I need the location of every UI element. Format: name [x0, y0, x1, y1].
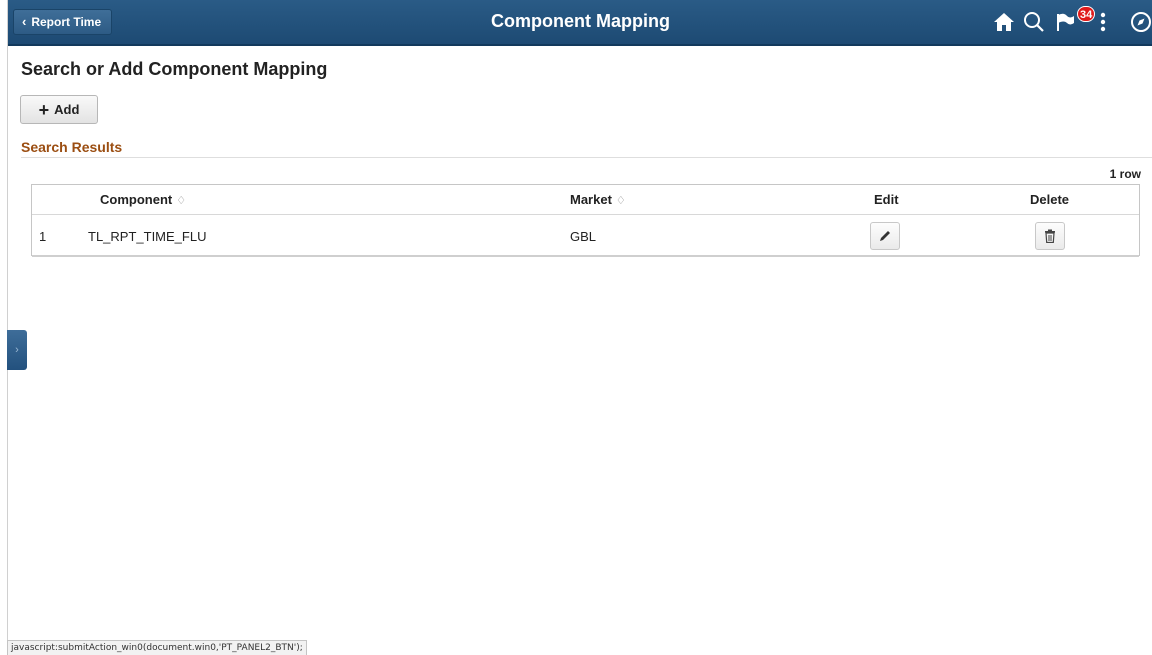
side-panel-toggle[interactable]: › [7, 330, 27, 370]
column-header-component[interactable]: Component ♢ [100, 185, 186, 216]
plus-icon: + [38, 99, 50, 120]
section-divider [21, 157, 1152, 158]
browser-status-bar: javascript:submitAction_win0(document.wi… [7, 640, 307, 655]
back-button-label: Report Time [31, 15, 102, 29]
page-header-title: Component Mapping [491, 11, 670, 31]
notification-flag-icon[interactable] [1053, 10, 1077, 34]
back-button[interactable]: ‹ Report Time [13, 9, 113, 35]
navbar-compass-icon[interactable] [1129, 10, 1152, 34]
chevron-right-icon: › [15, 344, 19, 356]
page-title: Search or Add Component Mapping [21, 59, 328, 79]
row-count: 1 row [1109, 167, 1141, 181]
add-button[interactable]: + Add [20, 95, 98, 124]
chevron-left-icon: ‹ [22, 14, 27, 29]
component-cell: TL_RPT_TIME_FLU [88, 229, 207, 244]
sort-icon: ♢ [615, 195, 626, 207]
edit-button[interactable] [870, 222, 900, 250]
delete-button[interactable] [1035, 222, 1065, 250]
column-header-edit: Edit [874, 192, 899, 207]
row-number: 1 [39, 229, 47, 244]
column-header-delete: Delete [1030, 192, 1070, 207]
actions-menu-icon[interactable] [1091, 10, 1115, 34]
app-frame: ‹ Report Time Component Mapping 34 Searc… [7, 0, 1152, 654]
pencil-icon [880, 231, 890, 241]
search-icon[interactable] [1022, 10, 1046, 34]
market-cell: GBL [570, 229, 597, 244]
home-icon[interactable] [992, 10, 1016, 34]
results-grid: Component ♢ Market ♢ Edit Delete 1 TL_RPT_… [31, 184, 1140, 257]
table-row[interactable]: 1 TL_RPT_TIME_FLU GBL [32, 214, 1139, 257]
grid-header-row: Component ♢ Market ♢ Edit Delete [32, 185, 1139, 215]
header-banner: ‹ Report Time Component Mapping 34 [8, 0, 1152, 46]
sort-icon: ♢ [176, 195, 187, 207]
add-button-label: Add [54, 102, 80, 117]
trash-icon [1045, 229, 1055, 243]
column-header-market[interactable]: Market ♢ [570, 185, 626, 216]
search-results-heading: Search Results [21, 139, 123, 155]
